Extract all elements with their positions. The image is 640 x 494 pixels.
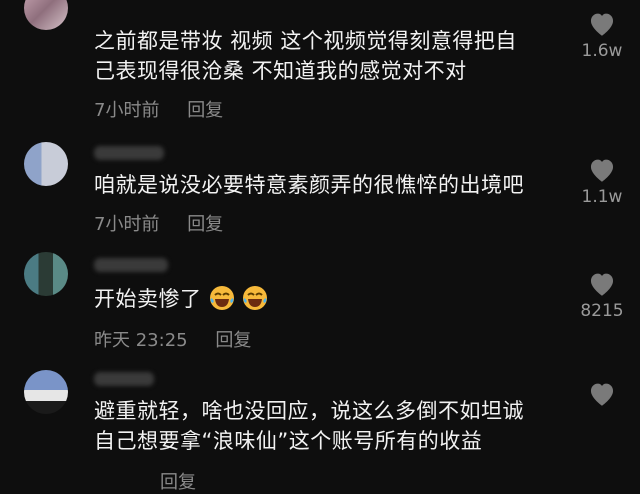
comment-time: 昨天 23:25 <box>94 330 188 351</box>
comment-text-line: 开始卖惨了 <box>94 287 202 311</box>
reply-button[interactable]: 回复 <box>215 330 251 351</box>
like-button[interactable]: 1.1w <box>572 156 632 207</box>
reply-button[interactable]: 回复 <box>160 472 196 493</box>
username-blurred[interactable] <box>94 372 154 386</box>
avatar[interactable] <box>24 142 68 186</box>
like-button[interactable]: 1.6w <box>572 10 632 61</box>
comment-text: 避重就轻，啥也没回应，说这么多倒不如坦诚 自己想要拿“浪味仙”这个账号所有的收益 <box>94 396 524 456</box>
comment-text-line: 己表现得很沧桑 不知道我的感觉对不对 <box>94 59 467 83</box>
comment-meta: 昨天 23:25 回复 <box>94 326 251 352</box>
heart-icon <box>590 13 614 36</box>
heart-icon <box>590 383 614 406</box>
comment-meta: 7小时前 回复 <box>94 210 223 236</box>
like-button[interactable]: 8215 <box>572 270 632 321</box>
avatar[interactable] <box>24 370 68 414</box>
comment-text-line: 之前都是带妆 视频 这个视频觉得刻意得把自 <box>94 29 517 53</box>
comment-text-line: 自己想要拿“浪味仙”这个账号所有的收益 <box>94 429 483 453</box>
reply-button[interactable]: 回复 <box>187 100 223 121</box>
comment-text-line: 咱就是说没必要特意素颜弄的很憔悴的出境吧 <box>94 173 524 197</box>
heart-icon <box>590 273 614 296</box>
comment-time: 7小时前 <box>94 214 160 235</box>
comment-time: 7小时前 <box>94 100 160 121</box>
heart-icon <box>590 159 614 182</box>
comment-meta: 7小时前 回复 <box>94 96 223 122</box>
username-blurred[interactable] <box>94 146 164 160</box>
like-button[interactable] <box>572 380 632 407</box>
comment-text: 之前都是带妆 视频 这个视频觉得刻意得把自 己表现得很沧桑 不知道我的感觉对不对 <box>94 26 517 86</box>
like-count: 1.6w <box>581 41 623 61</box>
username-blurred[interactable] <box>94 258 168 272</box>
avatar[interactable] <box>24 0 68 30</box>
like-count: 1.1w <box>581 187 623 207</box>
avatar[interactable] <box>24 252 68 296</box>
comment-text: 开始卖惨了 <box>94 284 268 314</box>
laughing-tears-emoji <box>209 286 234 310</box>
comment-text-line: 避重就轻，啥也没回应，说这么多倒不如坦诚 <box>94 399 524 423</box>
comment-meta: 回复 <box>94 468 196 494</box>
comment-text: 咱就是说没必要特意素颜弄的很憔悴的出境吧 <box>94 170 524 200</box>
like-count: 8215 <box>580 301 624 321</box>
reply-button[interactable]: 回复 <box>187 214 223 235</box>
laughing-tears-emoji <box>242 286 267 310</box>
